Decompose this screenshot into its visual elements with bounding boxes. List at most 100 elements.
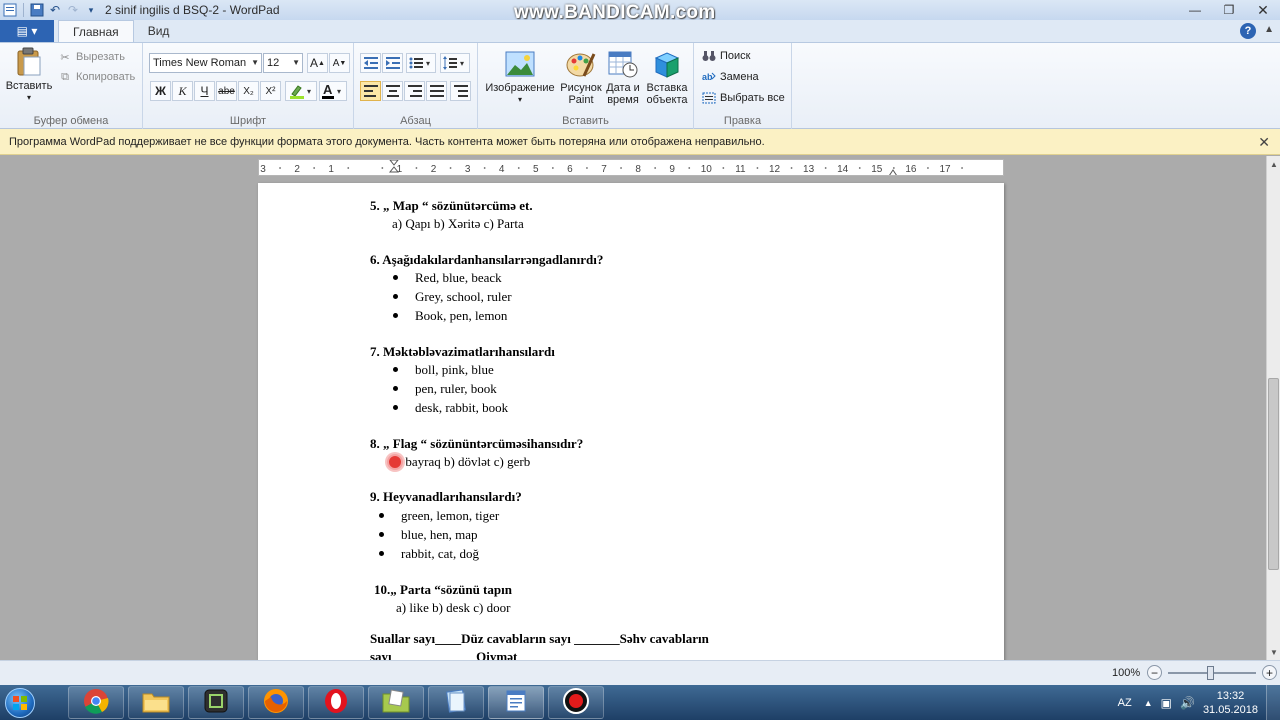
font-group: Times New Roman ▼ 12 ▼ A ▲ A ▼ Ж К Ч abe X… xyxy=(143,43,354,129)
minimize-button[interactable]: — xyxy=(1178,0,1212,20)
replace-button[interactable]: ab Замена xyxy=(702,70,759,84)
strikethrough-button[interactable]: abe xyxy=(216,81,237,101)
list-item: green, lemon, tiger xyxy=(379,508,499,524)
ribbon-tabs: ▤ ▾ Главная Вид ? ▲ xyxy=(0,20,1280,43)
clock[interactable]: 13:32 31.05.2018 xyxy=(1203,689,1258,717)
list-item-text: rabbit, cat, doğ xyxy=(401,546,479,561)
info-bar-close-icon[interactable]: ✕ xyxy=(1258,134,1270,151)
font-color-button[interactable]: A ▾ xyxy=(319,81,347,101)
tray-arrow-icon[interactable]: ▲ xyxy=(1144,698,1153,708)
clipboard-group-label: Буфер обмена xyxy=(33,115,109,127)
ruler-label: 6 xyxy=(567,164,573,175)
ruler-tick xyxy=(722,167,725,169)
tab-home[interactable]: Главная xyxy=(58,20,134,42)
bullets-button[interactable]: ▾ xyxy=(406,53,436,73)
qat-separator xyxy=(23,3,24,17)
start-button[interactable] xyxy=(0,685,40,720)
subscript-button[interactable]: X₂ xyxy=(238,81,259,101)
score-line-2: sayı_____________Qiymət xyxy=(370,649,518,660)
ruler-label: 8 xyxy=(635,164,641,175)
customize-qat-icon[interactable]: ▾ xyxy=(83,2,99,18)
scroll-up-icon[interactable]: ▲ xyxy=(1267,156,1280,172)
taskbar-firefox[interactable] xyxy=(248,686,304,719)
taskbar-notes[interactable] xyxy=(428,686,484,719)
file-menu-button[interactable]: ▤ ▾ xyxy=(0,20,54,42)
align-left-button[interactable] xyxy=(360,81,381,101)
help-icon[interactable]: ? xyxy=(1240,23,1256,39)
underline-button[interactable]: Ч xyxy=(194,81,215,101)
wordpad-app-icon[interactable] xyxy=(2,2,18,18)
ribbon-minimize-icon[interactable]: ▲ xyxy=(1264,24,1274,35)
tab-view[interactable]: Вид xyxy=(134,20,184,42)
svg-text:A: A xyxy=(323,83,333,97)
paste-button[interactable]: Вставить ▾ xyxy=(6,47,52,104)
redo-icon[interactable]: ↷ xyxy=(65,2,81,18)
justify-button[interactable] xyxy=(426,81,447,101)
font-family-select[interactable]: Times New Roman ▼ xyxy=(149,53,262,73)
ruler-label: 7 xyxy=(601,164,607,175)
ruler-label: 14 xyxy=(837,164,849,175)
grow-font-button[interactable]: A ▲ xyxy=(307,53,328,73)
bullet-icon xyxy=(393,313,398,318)
zoom-out-button[interactable]: − xyxy=(1147,665,1162,680)
vertical-scrollbar[interactable]: ▲ ▼ xyxy=(1266,156,1280,660)
taskbar-bandicam[interactable] xyxy=(548,686,604,719)
select-all-button[interactable]: Выбрать все xyxy=(702,91,785,105)
ruler-tick xyxy=(756,167,759,169)
font-size-select[interactable]: 12 ▼ xyxy=(263,53,303,73)
question-6: 6. Aşağıdakılardanhansılarrəngadlanırdı? xyxy=(370,252,604,267)
list-item-text: pen, ruler, book xyxy=(415,381,497,396)
increase-indent-button[interactable] xyxy=(382,53,403,73)
taskbar-opera[interactable] xyxy=(308,686,364,719)
shrink-font-button[interactable]: A ▼ xyxy=(329,53,350,73)
line-spacing-button[interactable]: ▾ xyxy=(440,53,470,73)
bold-button[interactable]: Ж xyxy=(150,81,171,101)
highlight-color-button[interactable]: ▾ xyxy=(285,81,317,101)
taskbar-documents[interactable] xyxy=(368,686,424,719)
taskbar-chrome[interactable] xyxy=(68,686,124,719)
taskbar-wordpad[interactable] xyxy=(488,686,544,719)
scrollbar-thumb[interactable] xyxy=(1268,378,1279,570)
document-page[interactable]: 5. „ Map “ sözünütərcümə et. a) Qapı b) … xyxy=(258,183,1004,660)
scroll-down-icon[interactable]: ▼ xyxy=(1267,644,1280,660)
superscript-button[interactable]: X² xyxy=(260,81,281,101)
bullet-icon xyxy=(379,532,384,537)
speaker-icon[interactable]: 🔊 xyxy=(1180,696,1195,710)
language-indicator[interactable]: AZ xyxy=(1118,697,1132,709)
horizontal-ruler[interactable]: 3 2 1 1 2 3 4 5 6 7 8 9 10 11 12 13 14 15 16 17 xyxy=(258,159,1004,176)
paragraph-group-label: Абзац xyxy=(400,115,431,127)
maximize-button[interactable]: ❐ xyxy=(1212,0,1246,20)
list-item-text: desk, rabbit, book xyxy=(415,400,509,415)
decrease-indent-button[interactable] xyxy=(360,53,381,73)
ruler-label: 4 xyxy=(499,164,505,175)
zoom-in-button[interactable]: + xyxy=(1262,665,1277,680)
paragraph-settings-button[interactable] xyxy=(450,81,471,101)
paint-drawing-button[interactable]: Рисунок Paint xyxy=(558,49,604,106)
right-indent-marker[interactable] xyxy=(889,169,897,175)
bullet-icon xyxy=(393,367,398,372)
ruler-label: 1 xyxy=(397,164,403,175)
ruler-label: 17 xyxy=(939,164,951,175)
taskbar-screen-app[interactable] xyxy=(188,686,244,719)
italic-button[interactable]: К xyxy=(172,81,193,101)
insert-object-button[interactable]: Вставка объекта xyxy=(642,49,692,106)
insert-image-button[interactable]: Изображение ▾ xyxy=(482,49,558,106)
svg-text:ab: ab xyxy=(702,72,713,82)
find-button[interactable]: Поиск xyxy=(702,49,750,63)
copy-button[interactable]: ⧉ Копировать xyxy=(58,70,135,84)
align-right-button[interactable] xyxy=(404,81,425,101)
ruler-tick xyxy=(688,167,691,169)
align-center-button[interactable] xyxy=(382,81,403,101)
zoom-slider-thumb[interactable] xyxy=(1207,666,1214,680)
datetime-button[interactable]: Дата и время xyxy=(602,49,644,106)
ruler-tick xyxy=(858,167,861,169)
show-desktop-button[interactable] xyxy=(1266,685,1280,720)
list-item-text: Red, blue, beack xyxy=(415,270,502,285)
network-icon[interactable]: ▣ xyxy=(1161,696,1172,710)
cut-button[interactable]: ✂ Вырезать xyxy=(58,50,125,64)
save-icon[interactable] xyxy=(29,2,45,18)
undo-icon[interactable]: ↶ xyxy=(47,2,63,18)
ruler-tick xyxy=(620,167,622,169)
taskbar-explorer[interactable] xyxy=(128,686,184,719)
close-button[interactable]: ✕ xyxy=(1246,0,1280,20)
